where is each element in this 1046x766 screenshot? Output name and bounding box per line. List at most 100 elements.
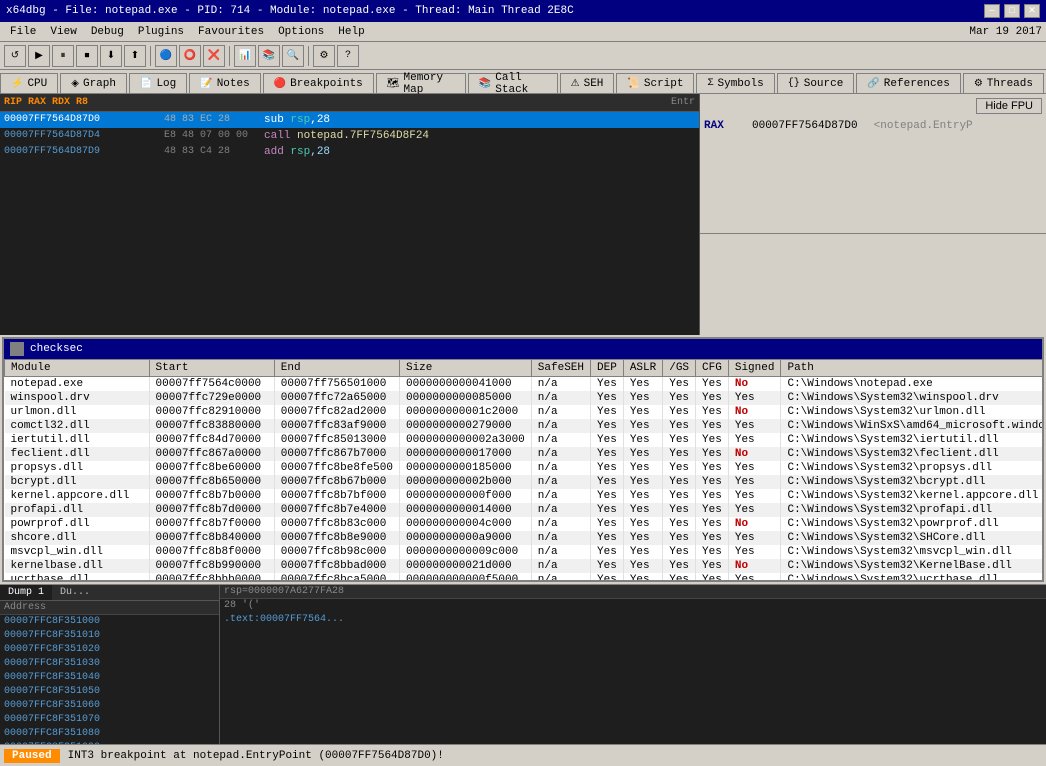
- menu-help[interactable]: Help: [332, 25, 370, 39]
- col-module[interactable]: Module: [5, 360, 150, 377]
- tb-pause[interactable]: ⏸: [52, 45, 74, 67]
- cell-2-0: urlmon.dll: [5, 405, 150, 419]
- cell-14-1: 00007ffc8bbb0000: [149, 573, 274, 580]
- cell-10-7: Yes: [663, 517, 696, 531]
- code-row-1[interactable]: 00007FF7564D87D0 48 83 EC 28 sub rsp,28: [0, 112, 699, 128]
- table-row[interactable]: winspool.drv00007ffc729e000000007ffc72a6…: [5, 391, 1043, 405]
- checksec-table-container[interactable]: Module Start End Size SafeSEH DEP ASLR /…: [4, 359, 1042, 580]
- dump-tab-1[interactable]: Dump 1: [0, 585, 52, 600]
- dump-row[interactable]: 00007FFC8F351030: [0, 657, 219, 671]
- dump-tab-2[interactable]: Du...: [52, 585, 98, 600]
- dump-row[interactable]: 00007FFC8F351000: [0, 615, 219, 629]
- cell-9-3: 0000000000014000: [399, 503, 531, 517]
- tab-cpu[interactable]: ⚡CPU: [0, 73, 58, 93]
- menu-plugins[interactable]: Plugins: [132, 25, 190, 39]
- cell-1-6: Yes: [623, 391, 662, 405]
- tab-memory-map[interactable]: 🗺 Memory Map: [376, 73, 466, 93]
- tb-hardware-bp[interactable]: ⭕: [179, 45, 201, 67]
- checksec-window-icon: [10, 342, 24, 356]
- tb-step-into[interactable]: ⬇: [100, 45, 122, 67]
- dump-row[interactable]: 00007FFC8F351060: [0, 699, 219, 713]
- col-path[interactable]: Path: [781, 360, 1042, 377]
- tb-mem-map[interactable]: 📊: [234, 45, 256, 67]
- col-size[interactable]: Size: [399, 360, 531, 377]
- dump-addr: 00007FFC8F351090: [4, 742, 100, 744]
- table-row[interactable]: profapi.dll00007ffc8b7d000000007ffc8b7e4…: [5, 503, 1043, 517]
- tab-call-stack[interactable]: 📚 Call Stack: [468, 73, 558, 93]
- col-cfg[interactable]: CFG: [696, 360, 729, 377]
- tb-step-over[interactable]: ⬆: [124, 45, 146, 67]
- cell-11-9: Yes: [728, 531, 781, 545]
- table-row[interactable]: shcore.dll00007ffc8b84000000007ffc8b8e90…: [5, 531, 1043, 545]
- tab-seh[interactable]: ⚠SEH: [560, 73, 615, 93]
- col-start[interactable]: Start: [149, 360, 274, 377]
- tb-settings[interactable]: ⚙: [313, 45, 335, 67]
- tab-symbols[interactable]: ΣSymbols: [696, 73, 774, 93]
- window-title: x64dbg - File: notepad.exe - PID: 714 - …: [6, 5, 574, 17]
- dump-row[interactable]: 00007FFC8F351040: [0, 671, 219, 685]
- tab-threads[interactable]: ⚙Threads: [963, 73, 1044, 93]
- tb-restart[interactable]: ↺: [4, 45, 26, 67]
- table-row[interactable]: feclient.dll00007ffc867a000000007ffc867b…: [5, 447, 1043, 461]
- reg-rax-value[interactable]: 00007FF7564D87D0: [752, 118, 858, 134]
- cell-9-6: Yes: [623, 503, 662, 517]
- tb-help[interactable]: ?: [337, 45, 359, 67]
- tab-references[interactable]: 🔗 References: [856, 73, 960, 93]
- tab-breakpoints[interactable]: 🔴Breakpoints: [263, 73, 374, 93]
- table-row[interactable]: urlmon.dll00007ffc8291000000007ffc82ad20…: [5, 405, 1043, 419]
- cell-4-9: Yes: [728, 433, 781, 447]
- menu-file[interactable]: File: [4, 25, 42, 39]
- table-row[interactable]: propsys.dll00007ffc8be6000000007ffc8be8f…: [5, 461, 1043, 475]
- code-row-2[interactable]: 00007FF7564D87D4 E8 48 07 00 00 call not…: [0, 128, 699, 144]
- col-gs[interactable]: /GS: [663, 360, 696, 377]
- col-signed[interactable]: Signed: [728, 360, 781, 377]
- col-dep[interactable]: DEP: [591, 360, 624, 377]
- table-row[interactable]: msvcpl_win.dll00007ffc8b8f000000007ffc8b…: [5, 545, 1043, 559]
- cell-9-7: Yes: [663, 503, 696, 517]
- tab-script[interactable]: 📜Script: [616, 73, 694, 93]
- cell-4-3: 0000000000002a3000: [399, 433, 531, 447]
- menu-debug[interactable]: Debug: [85, 25, 130, 39]
- menu-view[interactable]: View: [44, 25, 82, 39]
- col-safeseh[interactable]: SafeSEH: [531, 360, 590, 377]
- table-row[interactable]: kernel.appcore.dll00007ffc8b7b000000007f…: [5, 489, 1043, 503]
- dump-row[interactable]: 00007FFC8F351070: [0, 713, 219, 727]
- tb-call-stack[interactable]: 📚: [258, 45, 280, 67]
- cell-12-6: Yes: [623, 545, 662, 559]
- tb-run[interactable]: ▶: [28, 45, 50, 67]
- cell-4-8: Yes: [696, 433, 729, 447]
- close-button[interactable]: ✕: [1024, 4, 1040, 18]
- table-row[interactable]: ucrtbase.dll00007ffc8bbb000000007ffc8bca…: [5, 573, 1043, 580]
- dump-row[interactable]: 00007FFC8F351010: [0, 629, 219, 643]
- cell-11-3: 00000000000a9000: [399, 531, 531, 545]
- table-row[interactable]: iertutil.dll00007ffc84d7000000007ffc8501…: [5, 433, 1043, 447]
- dump-row[interactable]: 00007FFC8F351090: [0, 741, 219, 744]
- table-row[interactable]: comctl32.dll00007ffc8388000000007ffc83af…: [5, 419, 1043, 433]
- col-aslr[interactable]: ASLR: [623, 360, 662, 377]
- tb-clear-bp[interactable]: ❌: [203, 45, 225, 67]
- maximize-button[interactable]: □: [1004, 4, 1020, 18]
- table-row[interactable]: powrprof.dll00007ffc8b7f000000007ffc8b83…: [5, 517, 1043, 531]
- table-row[interactable]: notepad.exe00007ff7564c000000007ff756501…: [5, 377, 1043, 392]
- tb-search[interactable]: 🔍: [282, 45, 304, 67]
- dump-row[interactable]: 00007FFC8F351020: [0, 643, 219, 657]
- tb-breakpoint[interactable]: 🔵: [155, 45, 177, 67]
- code-addr-1: 00007FF7564D87D0: [4, 112, 164, 128]
- tab-log[interactable]: 📄Log: [129, 73, 187, 93]
- code-row-3[interactable]: 00007FF7564D87D9 48 83 C4 28 add rsp,28: [0, 144, 699, 160]
- tab-source[interactable]: {} Source: [777, 73, 855, 93]
- tab-notes[interactable]: 📝 Notes: [189, 73, 260, 93]
- table-row[interactable]: bcrypt.dll00007ffc8b65000000007ffc8b67b0…: [5, 475, 1043, 489]
- cell-11-7: Yes: [663, 531, 696, 545]
- dump-row[interactable]: 00007FFC8F351080: [0, 727, 219, 741]
- cell-12-9: Yes: [728, 545, 781, 559]
- col-end[interactable]: End: [274, 360, 399, 377]
- menu-favourites[interactable]: Favourites: [192, 25, 270, 39]
- minimize-button[interactable]: ─: [984, 4, 1000, 18]
- hide-fpu-button[interactable]: Hide FPU: [976, 98, 1042, 114]
- tab-graph[interactable]: ◈ Graph: [60, 73, 127, 93]
- menu-options[interactable]: Options: [272, 25, 330, 39]
- table-row[interactable]: kernelbase.dll00007ffc8b99000000007ffc8b…: [5, 559, 1043, 573]
- tb-stop[interactable]: ⏹: [76, 45, 98, 67]
- dump-row[interactable]: 00007FFC8F351050: [0, 685, 219, 699]
